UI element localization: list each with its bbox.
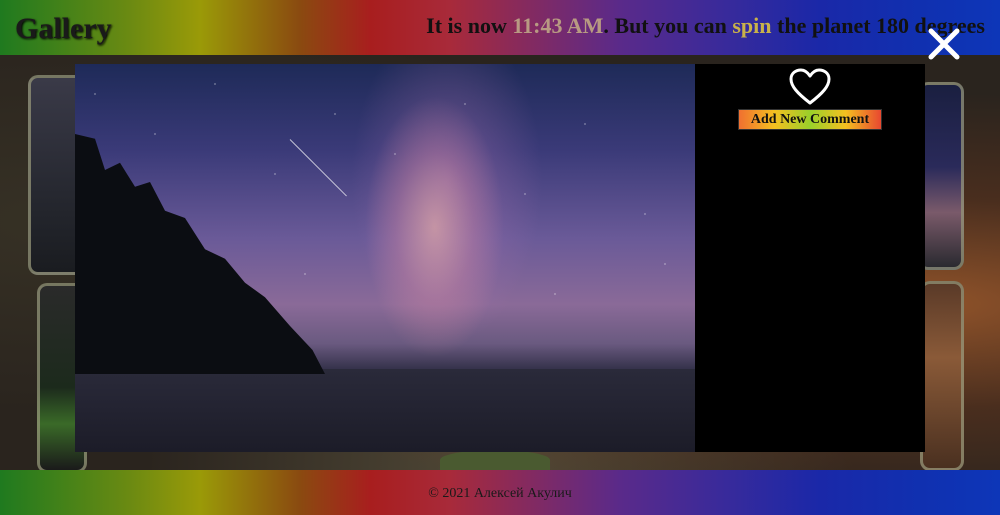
heart-outline-icon[interactable] (789, 68, 831, 106)
time-banner: It is now 11:43 AM. But you can spin the… (426, 13, 985, 39)
gallery-thumbnail[interactable] (920, 281, 964, 471)
modal-photo (75, 64, 695, 452)
comments-panel: Add New Comment (695, 64, 925, 452)
add-comment-button[interactable]: Add New Comment (738, 109, 882, 130)
banner-middle: . But you can (603, 13, 733, 38)
page-title: Gallery (15, 12, 112, 45)
footer-bar: © 2021 Алексей Акулич (0, 470, 1000, 515)
sea-surface (75, 369, 695, 452)
background-plant (440, 450, 550, 470)
spin-planet-link[interactable]: spin (732, 13, 771, 38)
banner-prefix: It is now (426, 13, 513, 38)
close-x-icon[interactable] (926, 26, 962, 62)
copyright-text: © 2021 Алексей Акулич (428, 486, 572, 501)
current-time: 11:43 AM (512, 13, 604, 38)
header-bar: Gallery It is now 11:43 AM. But you can … (0, 0, 1000, 55)
